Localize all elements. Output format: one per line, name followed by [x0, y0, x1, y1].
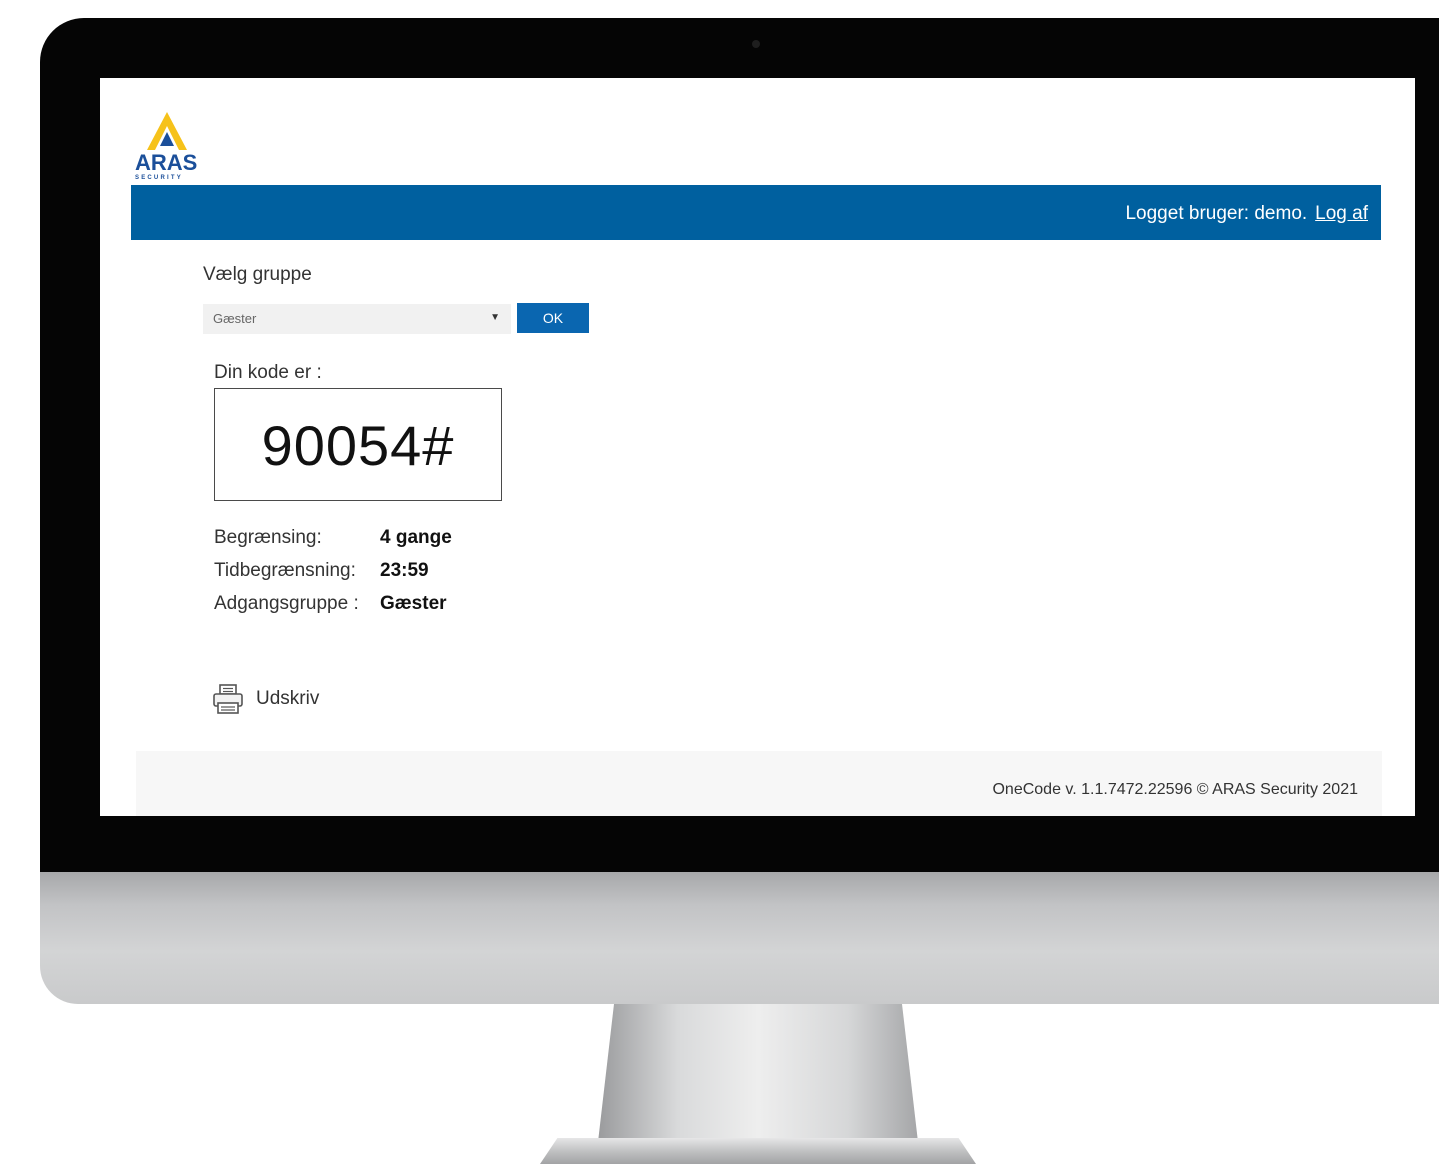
info-value: 23:59	[380, 560, 429, 581]
code-value: 90054#	[261, 414, 455, 477]
ok-button[interactable]: OK	[517, 303, 589, 333]
print-button[interactable]: Udskriv	[212, 683, 352, 717]
info-value: Gæster	[380, 593, 447, 614]
info-key: Adgangsgruppe :	[214, 593, 359, 614]
monitor-stand-foot	[540, 1138, 976, 1164]
info-key: Tidbegrænsning:	[214, 560, 356, 581]
monitor-stand-neck	[598, 1004, 918, 1142]
info-key: Begrænsing:	[214, 527, 322, 548]
dropdown-arrow-icon: ▼	[490, 312, 500, 323]
footer: OneCode v. 1.1.7472.22596 © ARAS Securit…	[136, 751, 1382, 816]
logout-link[interactable]: Log af	[1315, 203, 1368, 224]
screen: ARAS SECURITY Logget bruger: demo. Log af…	[100, 78, 1415, 816]
print-label: Udskriv	[256, 688, 320, 709]
logo-wordmark: ARAS	[135, 150, 198, 175]
aras-logo: ARAS SECURITY	[133, 112, 205, 184]
code-box: 90054#	[214, 388, 502, 501]
group-select-value: Gæster	[213, 311, 257, 326]
header-bar: Logget bruger: demo. Log af	[131, 185, 1381, 240]
printer-icon	[213, 684, 243, 714]
group-select-dropdown[interactable]: Gæster ▼	[203, 304, 511, 334]
camera-dot	[752, 40, 760, 48]
code-label: Din kode er :	[214, 362, 322, 383]
aras-triangle-logo-icon	[147, 112, 187, 150]
group-select-label: Vælg gruppe	[203, 264, 312, 285]
info-value: 4 gange	[380, 527, 452, 548]
logo-tagline: SECURITY	[135, 175, 183, 181]
logged-in-user-text: Logget bruger: demo.	[1125, 203, 1308, 224]
user-info: Logget bruger: demo. Log af	[1125, 203, 1368, 225]
monitor-chin	[40, 872, 1439, 1004]
footer-version-text: OneCode v. 1.1.7472.22596 © ARAS Securit…	[992, 781, 1358, 798]
